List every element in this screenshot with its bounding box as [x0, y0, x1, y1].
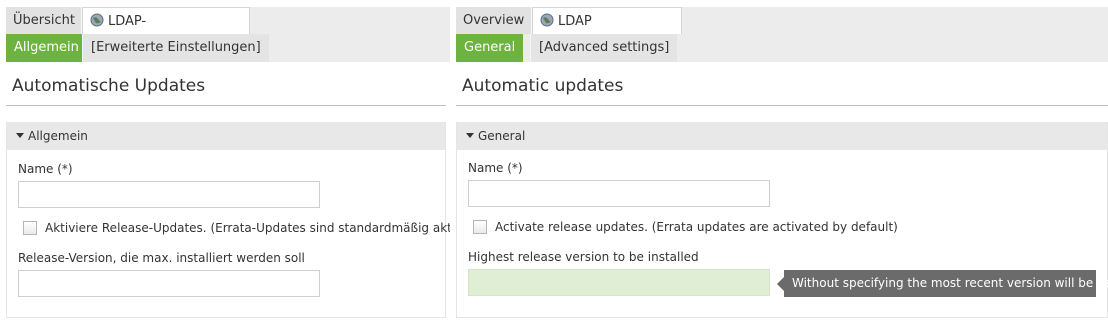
release-updates-label: Activate release updates. (Errata update… [495, 220, 898, 234]
tab-overview-label: Übersicht [13, 13, 75, 28]
globe-icon [90, 10, 104, 27]
release-updates-label: Aktiviere Release-Updates. (Errata-Updat… [45, 221, 488, 235]
tooltip-arrow [777, 277, 784, 291]
release-updates-checkbox[interactable] [23, 221, 37, 235]
release-version-label: Highest release version to be installed [468, 250, 699, 264]
tab-ldap-directory[interactable]: LDAP-Verzeichnis× [82, 7, 250, 58]
tab-overview-label: Overview [463, 13, 525, 28]
release-updates-checkbox[interactable] [473, 220, 487, 234]
title-divider [456, 105, 1108, 106]
name-label: Name (*) [18, 162, 73, 176]
triangle-down-icon [16, 133, 24, 138]
section-header[interactable]: General [457, 122, 1107, 150]
subtab-advanced-settings[interactable]: [Erweiterte Einstellungen] [82, 34, 269, 62]
release-version-label: Release-Version, die max. installiert we… [18, 251, 305, 265]
section-title: Allgemein [28, 129, 88, 143]
page-title: Automatic updates [462, 76, 624, 96]
name-label: Name (*) [468, 161, 523, 175]
section-title: General [478, 129, 526, 143]
triangle-down-icon [466, 133, 474, 138]
globe-icon [540, 10, 554, 27]
tab-overview[interactable]: Übersicht [6, 7, 82, 34]
release-version-field[interactable] [18, 270, 320, 297]
subtab-advanced-settings[interactable]: [Advanced settings] [530, 34, 678, 62]
tab-bar: Overview LDAP directory× [456, 7, 1108, 58]
left-panel: Übersicht LDAP-Verzeichnis× Allgemein [E… [0, 0, 487, 333]
subtab-bar: General [Advanced settings] [456, 34, 1108, 62]
tab-ldap-directory[interactable]: LDAP directory× [532, 7, 682, 58]
tab-overview[interactable]: Overview [456, 7, 532, 34]
name-field[interactable] [18, 181, 320, 208]
tab-bar: Übersicht LDAP-Verzeichnis× [6, 7, 450, 58]
subtab-general[interactable]: Allgemein [6, 34, 87, 62]
general-section: Allgemein Name (*) Aktiviere Release-Upd… [6, 122, 487, 318]
release-version-tooltip: Without specifying the most recent versi… [784, 270, 1108, 297]
title-divider [6, 105, 446, 106]
section-header[interactable]: Allgemein [7, 122, 445, 150]
subtab-general[interactable]: General [456, 34, 524, 62]
subtab-bar: Allgemein [Erweiterte Einstellungen] [6, 34, 450, 62]
name-field[interactable] [468, 180, 770, 207]
page-title: Automatische Updates [12, 76, 206, 96]
release-version-field[interactable] [468, 269, 770, 296]
